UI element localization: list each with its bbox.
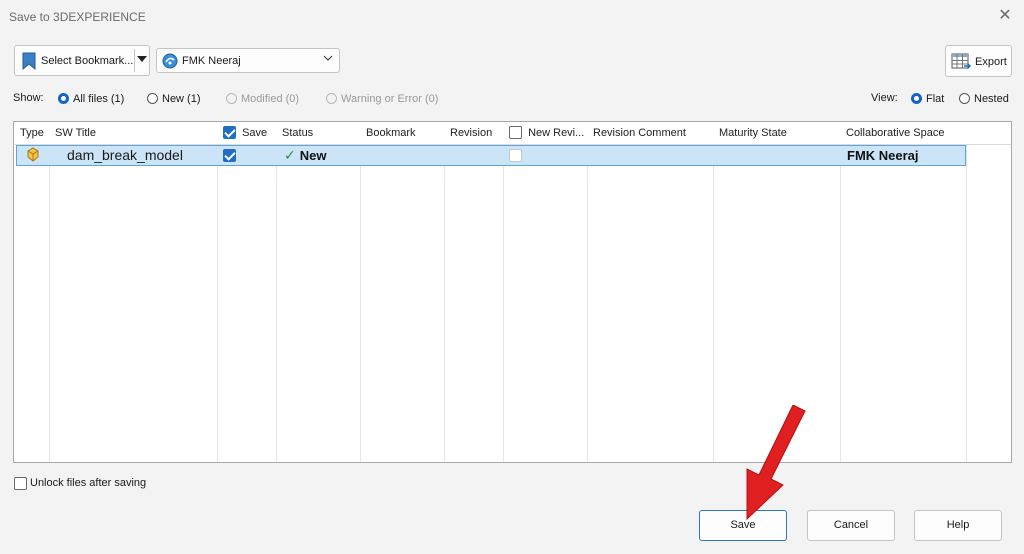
cancel-button[interactable]: Cancel (807, 510, 895, 541)
save-all-checkbox[interactable] (223, 125, 236, 139)
show-new-label: New (1) (162, 93, 201, 105)
row-status-text: New (299, 148, 327, 163)
column-header-bookmark[interactable]: Bookmark (360, 122, 444, 144)
radio-dot (959, 93, 970, 104)
row-collaborative-space: FMK Neeraj (847, 148, 919, 163)
export-label: Export (975, 56, 1007, 68)
dropdown-arrow-icon[interactable] (137, 56, 147, 62)
split-divider (134, 49, 135, 72)
unlock-files-label: Unlock files after saving (30, 477, 147, 489)
grid-header: Type SW Title Save Status Bookmark Revis… (14, 122, 1011, 145)
radio-dot (326, 93, 337, 104)
column-header-save[interactable]: Save (217, 122, 276, 144)
row-status: ✓ New (284, 146, 326, 165)
table-export-icon (951, 53, 972, 74)
column-divider (276, 122, 277, 462)
show-all-files-label: All files (1) (73, 93, 125, 105)
save-checkbox[interactable] (223, 148, 236, 162)
show-label-wrap: Show: (13, 92, 44, 108)
select-bookmark-button[interactable]: Select Bookmark... (14, 45, 150, 76)
row-new-revision-checkbox (509, 147, 522, 166)
part-icon (25, 147, 41, 166)
view-mode-group: View: Flat Nested (871, 92, 1016, 108)
view-nested-label: Nested (974, 93, 1009, 105)
bookmark-icon (22, 52, 36, 73)
view-flat-label: Flat (926, 93, 945, 105)
column-divider (503, 122, 504, 462)
column-divider (840, 122, 841, 462)
column-header-collaborative-space[interactable]: Collaborative Space (840, 122, 966, 144)
radio-dot (911, 93, 922, 104)
new-revision-header-label: New Revi... (528, 127, 585, 139)
column-header-status[interactable]: Status (276, 122, 360, 144)
close-icon[interactable]: ✕ (996, 7, 1014, 25)
show-modified-label: Modified (0) (241, 93, 300, 105)
show-label: Show: (13, 92, 44, 104)
radio-dot (226, 93, 237, 104)
column-header-revision[interactable]: Revision (444, 122, 503, 144)
save-dialog: Save to 3DEXPERIENCE ✕ Select Bookmark..… (0, 0, 1024, 554)
column-header-new-revision[interactable]: New Revi... (503, 122, 587, 144)
files-grid: Type SW Title Save Status Bookmark Revis… (13, 121, 1012, 463)
row-sw-title: dam_break_model (67, 147, 183, 163)
title-bar: Save to 3DEXPERIENCE ✕ (0, 0, 1024, 34)
save-header-label: Save (242, 127, 268, 139)
column-divider (713, 122, 714, 462)
column-divider (587, 122, 588, 462)
column-divider (217, 122, 218, 462)
column-header-sw-title[interactable]: SW Title (49, 122, 217, 144)
export-button[interactable]: Export (945, 45, 1012, 77)
column-header-revision-comment[interactable]: Revision Comment (587, 122, 713, 144)
dialog-title: Save to 3DEXPERIENCE (9, 10, 146, 24)
chevron-down-icon (323, 53, 333, 66)
column-divider (444, 122, 445, 462)
show-filter-group: Show: All files (1) New (1) Modified (0)… (13, 92, 513, 108)
space-select-value: FMK Neeraj (182, 55, 241, 67)
view-label: View: (871, 92, 898, 104)
radio-dot (147, 93, 158, 104)
space-icon (162, 53, 178, 72)
radio-dot (58, 93, 69, 104)
new-revision-checkbox (509, 148, 522, 162)
column-divider (966, 122, 967, 462)
column-divider (49, 122, 50, 462)
column-divider (360, 122, 361, 462)
new-revision-all-checkbox[interactable] (509, 125, 522, 139)
table-row[interactable]: dam_break_model ✓ New FMK Neeraj (16, 145, 966, 166)
collaborative-space-select[interactable]: FMK Neeraj (156, 48, 340, 73)
show-warning-label: Warning or Error (0) (341, 93, 439, 105)
checkmark-icon: ✓ (284, 147, 296, 163)
help-button[interactable]: Help (914, 510, 1002, 541)
column-header-type[interactable]: Type (14, 122, 49, 144)
column-header-maturity-state[interactable]: Maturity State (713, 122, 840, 144)
red-arrow-annotation-icon (746, 405, 806, 521)
row-save-checkbox[interactable] (223, 147, 236, 166)
select-bookmark-label: Select Bookmark... (41, 55, 134, 67)
unlock-files-checkbox[interactable] (14, 477, 27, 490)
view-label-wrap: View: (871, 92, 898, 108)
